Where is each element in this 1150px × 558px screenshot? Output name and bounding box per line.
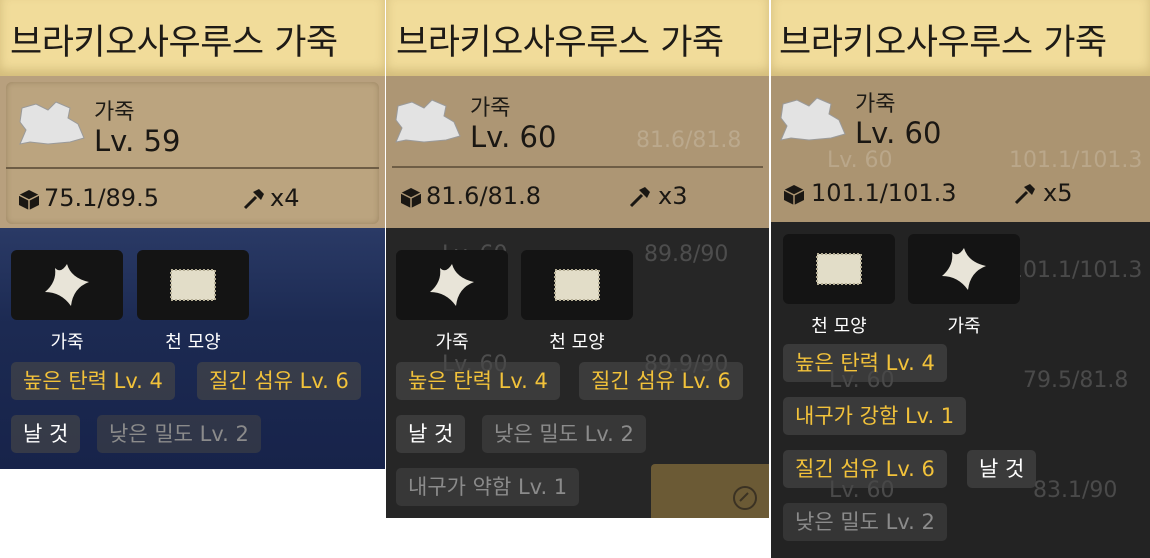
item-type-label: 가죽	[470, 96, 511, 121]
circle-icon	[733, 486, 757, 510]
trait-tag[interactable]: 높은 탄력 Lv. 4	[11, 362, 175, 400]
trait-tag[interactable]: 높은 탄력 Lv. 4	[783, 344, 947, 382]
item-card-1: 브라키오사우루스 가죽 가죽 Lv. 59 75.1/89.5 x4 가죽 천 …	[0, 0, 385, 469]
durability-value: 101.1/101.3	[811, 179, 957, 207]
item-info-panel: 81.6/81.8 가죽 Lv. 60 81.6/81.8 x3	[386, 76, 769, 228]
item-info-inner: 가죽 Lv. 59 75.1/89.5 x4	[6, 82, 379, 224]
slot-label: 가죽	[947, 316, 981, 337]
trait-tag[interactable]: 질긴 섬유 Lv. 6	[783, 450, 947, 488]
item-title-bar: 브라키오사우루스 가죽	[771, 0, 1150, 76]
trait-tag[interactable]: 날 것	[396, 415, 466, 453]
item-count: x3	[658, 182, 688, 210]
item-title: 브라키오사우루스 가죽	[396, 23, 724, 63]
slot-cloth[interactable]	[783, 234, 895, 304]
trait-tag[interactable]: 날 것	[11, 415, 81, 453]
trait-tag[interactable]: 질긴 섬유 Lv. 6	[579, 362, 743, 400]
slot-label: 천 모양	[811, 316, 867, 337]
background-text: 89.8/90	[644, 242, 729, 267]
item-level: Lv. 59	[94, 124, 181, 158]
trait-tag[interactable]: 낮은 밀도 Lv. 2	[783, 503, 947, 541]
background-text: Lv. 60	[827, 148, 893, 173]
background-text: 101.1/101.3	[1009, 148, 1143, 173]
divider	[392, 166, 763, 168]
durability-value: 75.1/89.5	[44, 184, 159, 212]
leather-piece-icon	[45, 264, 89, 306]
item-lower-panel: 가죽 천 모양 높은 탄력 Lv. 4 질긴 섬유 Lv. 6 날 것 낮은 밀…	[0, 228, 385, 469]
cloth-icon	[554, 269, 600, 301]
item-info-panel: Lv. 60 101.1/101.3 가죽 Lv. 60 101.1/101.3…	[771, 76, 1150, 222]
item-info-panel: 가죽 Lv. 59 75.1/89.5 x4	[0, 76, 385, 228]
durability-value: 81.6/81.8	[426, 182, 541, 210]
slot-label: 천 모양	[165, 332, 221, 353]
cloth-icon	[170, 269, 216, 301]
leather-piece-icon	[942, 248, 986, 290]
leather-piece-icon	[430, 264, 474, 306]
item-card-2: 브라키오사우루스 가죽 81.6/81.8 가죽 Lv. 60 81.6/81.…	[386, 0, 769, 518]
durability-cube-icon	[18, 190, 40, 210]
slot-leather[interactable]	[11, 250, 123, 320]
item-lower-panel: Lv. 60 89.8/90 Lv. 60 89.9/90 가죽 천 모양 높은…	[386, 228, 769, 518]
leather-hide-icon	[780, 97, 846, 141]
durability-cube-icon	[400, 188, 422, 208]
item-title-bar: 브라키오사우루스 가죽	[386, 0, 769, 76]
item-title: 브라키오사우루스 가죽	[779, 23, 1107, 63]
slot-leather[interactable]	[908, 234, 1020, 304]
slot-label: 가죽	[50, 332, 84, 353]
slot-cloth[interactable]	[521, 250, 633, 320]
hammer-icon	[1014, 184, 1035, 205]
trait-tag[interactable]: 낮은 밀도 Lv. 2	[482, 415, 646, 453]
hammer-icon	[243, 189, 264, 210]
item-level: Lv. 60	[855, 116, 942, 150]
background-text: 81.6/81.8	[636, 128, 742, 153]
divider	[6, 167, 379, 169]
cloth-icon	[816, 253, 862, 285]
trait-tag[interactable]: 질긴 섬유 Lv. 6	[197, 362, 361, 400]
trait-tag[interactable]: 높은 탄력 Lv. 4	[396, 362, 560, 400]
background-text: 79.5/81.8	[1023, 368, 1129, 393]
trait-tag[interactable]: 날 것	[967, 450, 1037, 488]
slot-label: 천 모양	[549, 332, 605, 353]
item-count: x4	[270, 184, 300, 212]
background-text: 101.1/101.3	[1009, 258, 1143, 283]
item-type-label: 가죽	[94, 100, 135, 125]
trait-tag[interactable]: 낮은 밀도 Lv. 2	[97, 415, 261, 453]
item-level: Lv. 60	[470, 120, 557, 154]
slot-cloth[interactable]	[137, 250, 249, 320]
corner-button[interactable]	[651, 464, 769, 518]
background-text: 83.1/90	[1033, 478, 1118, 503]
item-count: x5	[1043, 179, 1073, 207]
item-lower-panel: 60 101.1/101.3 Lv. 60 79.5/81.8 Lv. 60 8…	[771, 222, 1150, 558]
trait-tag[interactable]: 내구가 약함 Lv. 1	[396, 468, 580, 506]
durability-cube-icon	[783, 185, 805, 205]
hammer-icon	[629, 187, 650, 208]
slot-label: 가죽	[435, 332, 469, 353]
item-card-3: 브라키오사우루스 가죽 Lv. 60 101.1/101.3 가죽 Lv. 60…	[771, 0, 1150, 558]
leather-hide-icon	[19, 101, 85, 145]
leather-hide-icon	[395, 99, 461, 143]
trait-tag[interactable]: 내구가 강함 Lv. 1	[783, 397, 967, 435]
item-title-bar: 브라키오사우루스 가죽	[0, 0, 385, 76]
item-type-label: 가죽	[855, 92, 896, 117]
item-title: 브라키오사우루스 가죽	[10, 23, 338, 63]
slot-leather[interactable]	[396, 250, 508, 320]
